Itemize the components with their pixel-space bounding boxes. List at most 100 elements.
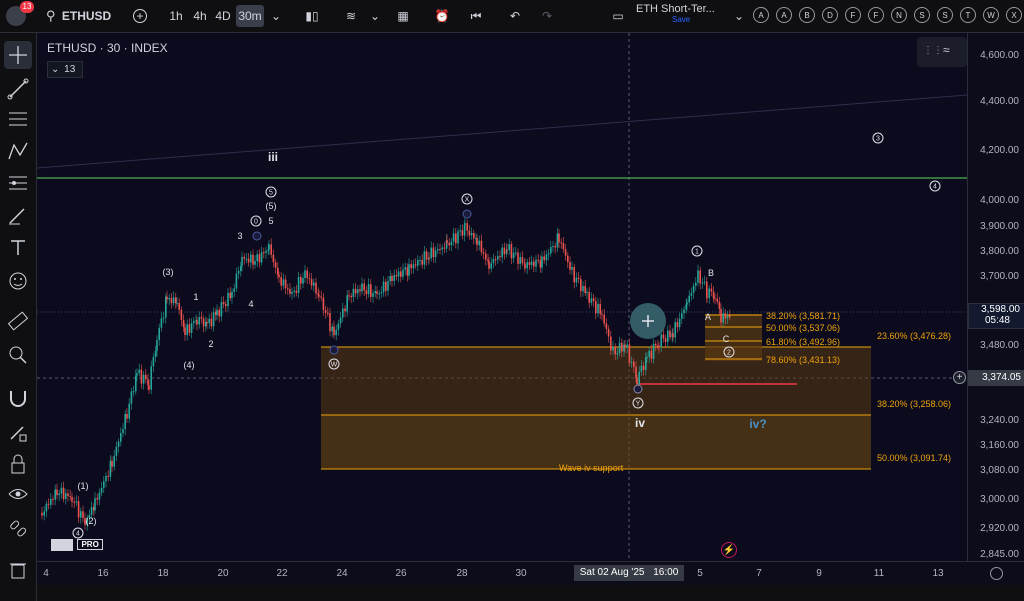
trend-line-icon[interactable]: [7, 78, 29, 100]
axis-settings-icon[interactable]: [990, 567, 1003, 580]
chart-type-button[interactable]: ▮▯: [302, 5, 322, 27]
chart-settings-widget[interactable]: ⋮⋮ ≈: [917, 37, 967, 67]
emoji-icon[interactable]: [9, 272, 27, 290]
price-tick: 3,800.00: [980, 246, 1019, 257]
zoom-icon[interactable]: [9, 346, 27, 364]
candle-body: [202, 318, 205, 327]
candle-body: [300, 276, 302, 284]
watchlist-letter[interactable]: F: [845, 7, 861, 23]
watchlist-letter[interactable]: W: [983, 7, 999, 23]
candle-body: [592, 298, 595, 302]
candle-body: [193, 320, 195, 324]
watchlist-letter[interactable]: N: [891, 7, 907, 23]
watchlist-letter[interactable]: S: [937, 7, 953, 23]
candle-body: [683, 309, 685, 314]
wave-label-5: 5: [268, 216, 274, 226]
brush-icon[interactable]: [9, 208, 25, 225]
text-tool-icon[interactable]: [11, 240, 25, 255]
watchlist-letter[interactable]: S: [914, 7, 930, 23]
candle-body: [624, 344, 626, 348]
candle-body: [635, 366, 637, 378]
pattern-icon[interactable]: [8, 142, 28, 160]
pivot-dot: [329, 345, 339, 355]
candle-body: [699, 270, 701, 284]
candle-body: [94, 498, 96, 511]
symbol-search[interactable]: ⚲ ETHUSD: [46, 0, 118, 32]
candle-body: [310, 279, 313, 286]
layout-dropdown[interactable]: ⌄: [732, 5, 746, 27]
candle-body: [313, 282, 315, 286]
compare-button[interactable]: +: [130, 5, 150, 27]
candle-body: [492, 259, 495, 264]
watchlist-letter[interactable]: T: [960, 7, 976, 23]
indicators-button[interactable]: ≋: [340, 5, 362, 27]
candle-body: [297, 276, 300, 293]
watchlist-letter[interactable]: D: [822, 7, 838, 23]
watchlist-letter[interactable]: F: [868, 7, 884, 23]
watchlist-letter[interactable]: X: [1006, 7, 1022, 23]
time-tick: 28: [456, 568, 468, 579]
indicator-toggle[interactable]: ⌄ 13: [47, 61, 83, 78]
candle-body: [145, 374, 147, 380]
candle-body: [166, 296, 168, 300]
indicators-dropdown[interactable]: ⌄: [368, 5, 382, 27]
price-axis[interactable]: 4,600.00 4,400.00 4,200.00 4,000.00 3,90…: [953, 33, 1024, 561]
interval-dropdown[interactable]: ⌄: [268, 5, 284, 27]
candle-body: [41, 513, 43, 516]
ruler-icon[interactable]: [7, 311, 29, 331]
wave-label-a: A: [704, 312, 712, 322]
candle-body: [130, 391, 133, 404]
layout-menu-icon[interactable]: ▭: [608, 5, 628, 27]
lightning-icon[interactable]: ⚡: [721, 542, 737, 558]
magnet-icon[interactable]: [10, 391, 26, 407]
trash-icon[interactable]: [10, 563, 26, 579]
fib-lines-icon[interactable]: [9, 112, 27, 126]
interval-4h[interactable]: 4h: [189, 5, 211, 27]
eye-icon[interactable]: [8, 489, 28, 499]
candle-body: [482, 252, 485, 254]
candle-body: [75, 501, 78, 503]
wave-label-b: B: [707, 268, 715, 278]
candle-body: [562, 242, 565, 250]
candle-body: [724, 313, 727, 319]
candle-body: [50, 499, 52, 505]
interval-30m[interactable]: 30m: [236, 5, 264, 27]
layouts-button[interactable]: ▦: [393, 5, 413, 27]
projection-icon[interactable]: [9, 176, 27, 190]
candle-body: [339, 317, 342, 324]
layout-name[interactable]: ETH Short-Ter... Save: [636, 3, 731, 29]
replay-button[interactable]: ⏮: [466, 5, 486, 27]
tradingview-logo[interactable]: PRO: [51, 536, 113, 551]
time-tick: 13: [932, 568, 944, 579]
chart-pane[interactable]: ETHUSD · 30 · INDEX ⌄ 13 ⋮⋮ ≈ iii iv iv?…: [37, 33, 967, 561]
pencil-lock-icon[interactable]: [10, 426, 27, 442]
candle-body: [393, 275, 395, 281]
watchlist-letter[interactable]: A: [753, 7, 769, 23]
interval-1h[interactable]: 1h: [165, 5, 187, 27]
candle-body: [494, 259, 497, 261]
watchlist-letter[interactable]: B: [799, 7, 815, 23]
candle-body: [729, 315, 731, 318]
crosshair-tool[interactable]: [4, 41, 32, 69]
candle-body: [605, 323, 608, 329]
price-tick: 3,900.00: [980, 221, 1019, 232]
link-icon[interactable]: [10, 520, 27, 537]
candle-body: [650, 350, 653, 359]
redo-button[interactable]: ↷: [537, 5, 557, 27]
add-price-alert-icon[interactable]: +: [953, 371, 966, 384]
lock-icon[interactable]: [11, 454, 25, 474]
alert-button[interactable]: ⏰: [432, 5, 452, 27]
watchlist-letter[interactable]: A: [776, 7, 792, 23]
candle-body: [122, 429, 124, 434]
candle-body: [284, 279, 287, 289]
fib-label-23: 23.60% (3,476.28): [877, 331, 952, 341]
interval-4d[interactable]: 4D: [212, 5, 234, 27]
candle-body: [601, 313, 603, 315]
undo-button[interactable]: ↶: [505, 5, 525, 27]
candle-body: [354, 288, 357, 294]
wave-label-iv-question: iv?: [749, 417, 767, 431]
candle-body: [571, 266, 573, 270]
candle-body: [515, 252, 517, 254]
time-axis[interactable]: 4 16 18 20 22 24 26 28 30 5 7 9 11 13 Sa…: [37, 561, 1024, 586]
candle-body: [716, 298, 718, 302]
